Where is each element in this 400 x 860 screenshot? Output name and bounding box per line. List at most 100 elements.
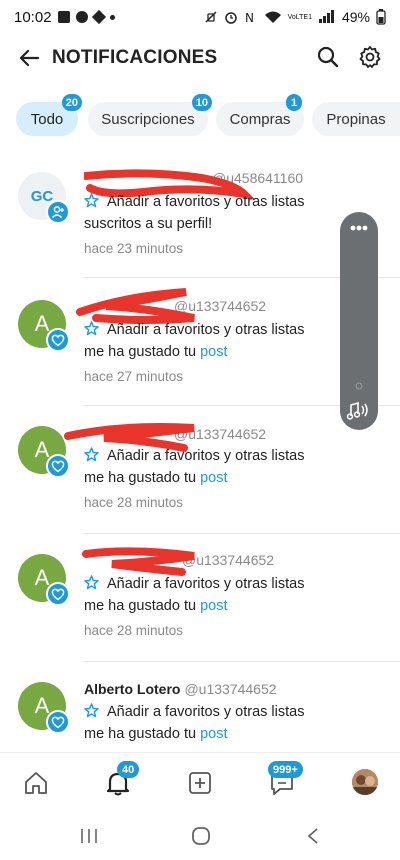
star-icon[interactable] — [84, 575, 99, 590]
notification-item[interactable]: A @u133744652 Añadir a favoritos y otras… — [0, 406, 400, 534]
person-add-icon — [51, 206, 64, 219]
notification-message: me ha gustado tu post — [84, 344, 228, 360]
mute-icon — [205, 11, 217, 23]
music-sound-icon[interactable] — [346, 400, 372, 422]
search-icon — [317, 46, 339, 68]
add-to-favorites-link[interactable]: Añadir a favoritos y otras listas — [107, 322, 304, 338]
heart-icon — [51, 460, 65, 473]
profile-avatar[interactable] — [352, 769, 378, 795]
tab-badge: 10 — [191, 94, 212, 111]
add-to-favorites-link[interactable]: Añadir a favoritos y otras listas — [107, 576, 304, 592]
small-circle-icon — [355, 382, 363, 390]
post-link[interactable]: post — [200, 344, 227, 360]
notification-header: Alberto Lotero @u133744652 — [84, 681, 277, 697]
message-text: me ha gustado tu — [84, 470, 197, 486]
page-title: NOTIFICACIONES — [52, 47, 218, 68]
alarm-icon — [224, 12, 237, 24]
heart-icon — [51, 588, 65, 601]
tab-badge: 1 — [286, 94, 302, 111]
add-to-favorites-link[interactable]: Añadir a favoritos y otras listas — [107, 448, 304, 464]
tab-label: Todo — [30, 110, 64, 128]
post-link[interactable]: post — [200, 726, 227, 742]
notification-item[interactable]: A Alberto Lotero @u133744652 Añadir a fav… — [0, 662, 400, 750]
home-circle-icon — [192, 827, 210, 845]
svg-text:N: N — [245, 11, 254, 24]
notification-message: suscritos a su perfil! — [84, 216, 212, 232]
nav-create[interactable] — [184, 767, 216, 799]
more-notifications-dot — [109, 14, 115, 20]
star-icon[interactable] — [84, 447, 99, 462]
tab-label: Suscripciones — [101, 110, 195, 128]
profile-photo-icon — [352, 769, 378, 795]
fav-line: Añadir a favoritos y otras listas — [84, 447, 304, 464]
message-text: me ha gustado tu — [84, 344, 197, 360]
app-header: NOTIFICACIONES — [0, 34, 400, 82]
more-horizontal-icon[interactable] — [349, 224, 369, 232]
signal-icon — [318, 10, 334, 23]
notification-app-icon — [91, 9, 106, 25]
notification-app-icon — [75, 11, 88, 23]
user-name[interactable]: Alberto Lotero — [84, 681, 180, 697]
notification-time: hace 28 minutos — [84, 623, 184, 638]
message-text: me ha gustado tu — [84, 726, 197, 742]
tab-label: Propinas — [326, 110, 386, 128]
bottom-navigation: 40 999+ — [0, 752, 400, 810]
star-icon[interactable] — [84, 703, 99, 718]
fav-line: Añadir a favoritos y otras listas — [84, 321, 304, 338]
notification-time: hace 23 minutos — [84, 241, 184, 256]
add-to-favorites-link[interactable]: Añadir a favoritos y otras listas — [107, 194, 304, 210]
star-icon[interactable] — [84, 321, 99, 336]
post-link[interactable]: post — [200, 598, 227, 614]
message-text: suscritos a su perfil! — [84, 216, 213, 232]
star-icon[interactable] — [84, 193, 99, 208]
battery-icon — [376, 9, 386, 25]
avatar-badge — [46, 328, 70, 352]
battery-percent: 49% — [341, 9, 370, 25]
floating-edge-panel[interactable] — [340, 212, 378, 430]
back-button[interactable] — [12, 41, 46, 75]
avatar-badge — [46, 710, 70, 734]
arrow-left-icon — [19, 49, 40, 67]
filter-tabs: Todo 20 Suscripciones 10 Compras 1 Propi… — [0, 94, 400, 142]
notification-item[interactable]: A @u133744652 Añadir a favoritos y otras… — [0, 534, 400, 662]
notification-message: me ha gustado tu post — [84, 470, 228, 486]
wifi-icon — [264, 11, 281, 23]
settings-button[interactable] — [354, 41, 386, 73]
avatar-badge — [46, 454, 70, 478]
tab-todo[interactable]: Todo 20 — [16, 94, 82, 136]
tab-suscripciones[interactable]: Suscripciones 10 — [88, 94, 212, 136]
fav-line: Añadir a favoritos y otras listas — [84, 193, 304, 210]
user-handle[interactable]: @u133744652 — [184, 681, 276, 697]
message-text: me ha gustado tu — [84, 598, 197, 614]
nav-home[interactable] — [20, 767, 52, 799]
search-button[interactable] — [312, 41, 344, 73]
tab-badge: 20 — [61, 94, 82, 111]
notification-message: me ha gustado tu post — [84, 726, 228, 742]
heart-icon — [51, 334, 65, 347]
home-icon — [25, 772, 47, 794]
recents-icon — [81, 829, 97, 843]
status-bar: 10:02 N VoLTE1 49% — [0, 0, 400, 34]
network-label: VoLTE1 — [287, 13, 312, 21]
avatar-badge — [46, 582, 70, 606]
home-system-button[interactable] — [186, 824, 216, 848]
notification-time: hace 27 minutos — [84, 369, 184, 384]
system-navigation-bar — [0, 810, 400, 860]
nfc-icon: N — [245, 11, 254, 24]
add-to-favorites-link[interactable]: Añadir a favoritos y otras listas — [107, 704, 304, 720]
post-link[interactable]: post — [200, 470, 227, 486]
tab-compras[interactable]: Compras 1 — [216, 94, 304, 136]
status-time: 10:02 — [14, 8, 52, 26]
gear-icon — [359, 46, 381, 68]
notification-time: hace 28 minutos — [84, 495, 184, 510]
avatar-badge — [46, 200, 70, 224]
back-system-button[interactable] — [298, 824, 328, 848]
notifications-badge: 40 — [117, 761, 140, 778]
fav-line: Añadir a favoritos y otras listas — [84, 703, 304, 720]
recent-apps-button[interactable] — [74, 824, 104, 848]
tab-propinas[interactable]: Propinas — [312, 102, 400, 136]
fav-line: Añadir a favoritos y otras listas — [84, 575, 304, 592]
notification-app-icon — [57, 11, 70, 23]
tab-label: Compras — [229, 110, 291, 128]
notification-message: me ha gustado tu post — [84, 598, 228, 614]
